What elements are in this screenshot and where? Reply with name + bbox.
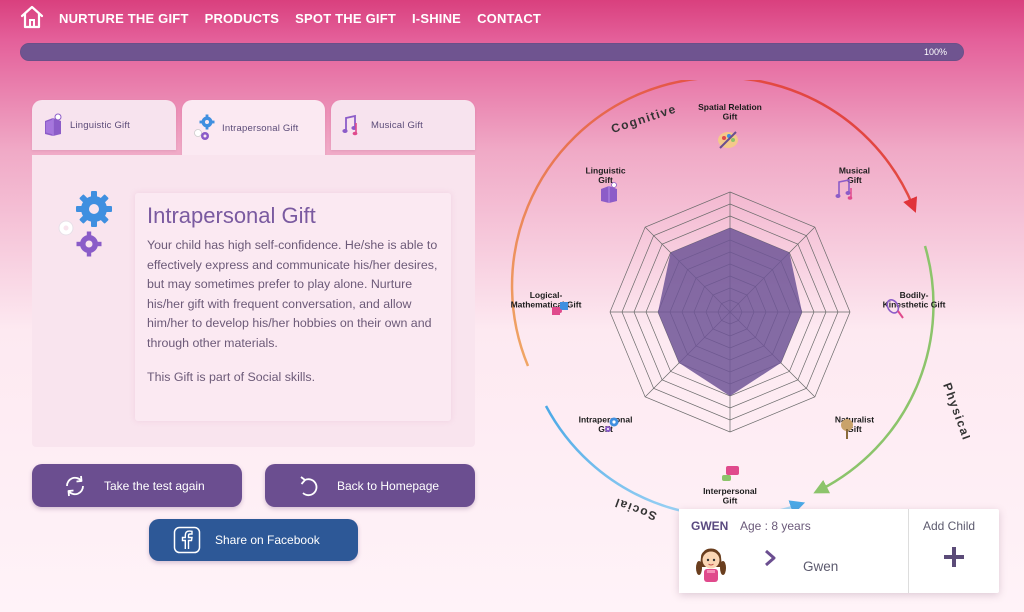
child-name: Gwen xyxy=(803,559,839,574)
social-arc-label: Social xyxy=(612,495,658,520)
nav-link-products[interactable]: PRODUCTS xyxy=(205,11,280,26)
detail-skill-note: This Gift is part of Social skills. xyxy=(147,370,316,384)
radar-axis-label: Musical Gift xyxy=(839,166,870,186)
gift-radar-chart: Cognitive Physical Social Spatial Relati… xyxy=(511,80,970,520)
tab-intrapersonal-gift[interactable]: Intrapersonal Gift xyxy=(182,100,325,156)
radar-axis-label: Logical-Mathematical Gift xyxy=(511,290,582,310)
child-profile-card: GWEN Age : 8 years Gwen Add Child xyxy=(679,509,999,593)
chat-icon xyxy=(722,466,739,481)
gift-detail-panel: Intrapersonal Gift Your child has high s… xyxy=(32,155,475,447)
radar-data-area xyxy=(658,228,802,396)
physical-arc xyxy=(813,245,935,494)
book-icon xyxy=(45,113,62,136)
child-name-header: GWEN xyxy=(691,519,729,533)
home-icon[interactable] xyxy=(19,4,45,30)
book-icon xyxy=(601,182,617,203)
tree-icon xyxy=(841,419,853,439)
progress-label: 100% xyxy=(923,47,947,57)
tab-label: Linguistic Gift xyxy=(70,119,131,131)
tab-linguistic-gift[interactable]: Linguistic Gift xyxy=(32,100,176,150)
music-notes-icon xyxy=(342,114,358,136)
tab-label: Intrapersonal Gift xyxy=(222,122,299,134)
radar-axis-label: Spatial Relation Gift xyxy=(698,102,762,122)
radar-axis-label: Linguistic Gift xyxy=(585,166,625,186)
button-label: Back to Homepage xyxy=(337,479,440,493)
detail-description: Your child has high self-confidence. He/… xyxy=(147,238,438,350)
button-label: Share on Facebook xyxy=(215,533,320,547)
share-on-facebook-button[interactable]: Share on Facebook xyxy=(149,519,358,561)
child-avatar xyxy=(696,548,726,582)
undo-arrow-icon xyxy=(300,476,318,497)
radar-axis-label: Naturalist Gift xyxy=(835,414,874,434)
tab-label: Musical Gift xyxy=(371,119,424,131)
nav-link-nurture-the-gift[interactable]: NURTURE THE GIFT xyxy=(59,11,189,26)
child-age: Age : 8 years xyxy=(740,519,811,533)
facebook-icon xyxy=(173,526,201,554)
gears-icon xyxy=(194,114,215,140)
physical-arc-label: Physical xyxy=(940,381,970,443)
back-to-homepage-button[interactable]: Back to Homepage xyxy=(265,464,475,507)
cognitive-arc-label: Cognitive xyxy=(609,102,678,136)
detail-title: Intrapersonal Gift xyxy=(147,203,316,228)
add-child-button[interactable]: Add Child xyxy=(909,509,999,593)
top-navigation: NURTURE THE GIFT PRODUCTS SPOT THE GIFT … xyxy=(0,0,1024,38)
gears-icon xyxy=(58,191,112,257)
tab-musical-gift[interactable]: Musical Gift xyxy=(331,100,475,150)
progress-fill xyxy=(21,44,963,60)
radar-axis-label: Interpersonal Gift xyxy=(703,486,757,506)
radar-axis-label: IntrapersonalGift xyxy=(579,414,633,434)
nav-link-spot-the-gift[interactable]: SPOT THE GIFT xyxy=(295,11,396,26)
take-test-again-button[interactable]: Take the test again xyxy=(32,464,242,507)
chevron-right-icon[interactable] xyxy=(763,549,777,567)
refresh-icon xyxy=(66,475,84,497)
nav-link-contact[interactable]: CONTACT xyxy=(477,11,541,26)
child-selector[interactable]: GWEN Age : 8 years Gwen xyxy=(679,509,908,593)
progress-bar: 100% xyxy=(20,43,964,61)
button-label: Take the test again xyxy=(104,479,205,493)
music-notes-icon xyxy=(835,179,853,200)
add-child-label: Add Child xyxy=(923,519,976,533)
palette-icon xyxy=(718,131,738,149)
plus-icon xyxy=(944,547,964,567)
nav-link-i-shine[interactable]: I-SHINE xyxy=(412,11,461,26)
